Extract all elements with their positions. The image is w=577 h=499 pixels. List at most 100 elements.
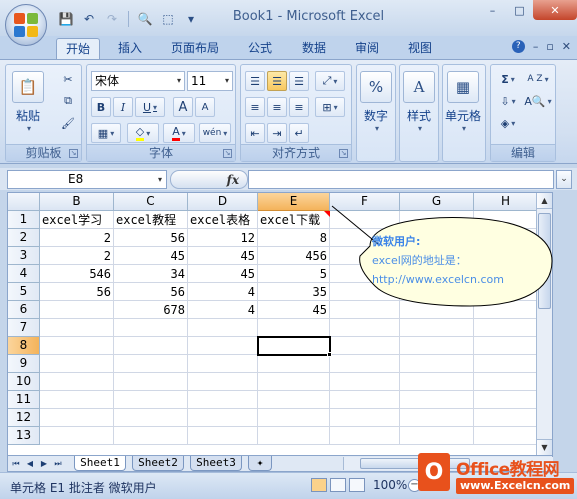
- cell-d13[interactable]: [188, 427, 258, 445]
- cut-icon[interactable]: ✂: [58, 69, 78, 89]
- paste-button[interactable]: 📋 粘贴 ▾: [12, 71, 44, 133]
- minimize-button[interactable]: –: [479, 0, 506, 20]
- tab-review[interactable]: 审阅: [345, 38, 389, 60]
- row-header-2[interactable]: 2: [8, 229, 40, 247]
- cell-d8[interactable]: [188, 337, 258, 355]
- first-sheet-icon[interactable]: ⏮: [10, 457, 22, 470]
- column-header-d[interactable]: D: [188, 193, 258, 211]
- format-painter-icon[interactable]: 🖌: [58, 113, 78, 133]
- increase-indent-icon[interactable]: ⇥: [267, 123, 287, 143]
- underline-button[interactable]: U ▾: [135, 97, 165, 117]
- clipboard-launcher-icon[interactable]: ↘: [69, 149, 78, 158]
- prev-sheet-icon[interactable]: ◀: [24, 457, 36, 470]
- cell-g11[interactable]: [400, 391, 474, 409]
- help-icon[interactable]: ?: [511, 40, 525, 53]
- sheet-tab-3[interactable]: Sheet3: [190, 456, 242, 471]
- row-header-4[interactable]: 4: [8, 265, 40, 283]
- column-header-b[interactable]: B: [40, 193, 114, 211]
- cell-d2[interactable]: 12: [188, 229, 258, 247]
- office-button[interactable]: [5, 4, 47, 46]
- cell-e13[interactable]: [258, 427, 330, 445]
- page-break-view-icon[interactable]: [349, 478, 365, 492]
- bold-button[interactable]: B: [91, 97, 111, 117]
- cell-b11[interactable]: [40, 391, 114, 409]
- cell-c13[interactable]: [114, 427, 188, 445]
- grow-font-button[interactable]: A: [173, 97, 193, 117]
- autosum-icon[interactable]: Σ ▾: [495, 69, 521, 89]
- cell-b2[interactable]: 2: [40, 229, 114, 247]
- fill-icon[interactable]: ⇩ ▾: [495, 91, 521, 111]
- orientation-icon[interactable]: ⤢ ▾: [315, 71, 345, 91]
- cell-h13[interactable]: [474, 427, 538, 445]
- font-name-select[interactable]: 宋体 ▾: [91, 71, 185, 91]
- cell-c2[interactable]: 56: [114, 229, 188, 247]
- cell-b8[interactable]: [40, 337, 114, 355]
- cell-g9[interactable]: [400, 355, 474, 373]
- fill-color-button[interactable]: ◇ ▾: [127, 123, 159, 143]
- cell-d5[interactable]: 4: [188, 283, 258, 301]
- italic-button[interactable]: I: [113, 97, 133, 117]
- close-button[interactable]: ✕: [533, 0, 577, 20]
- cell-b10[interactable]: [40, 373, 114, 391]
- sheet-tab-2[interactable]: Sheet2: [132, 456, 184, 471]
- number-format-button[interactable]: % 数字 ▾: [360, 71, 392, 133]
- cell-h11[interactable]: [474, 391, 538, 409]
- align-right-icon[interactable]: ≡: [289, 97, 309, 117]
- cell-e12[interactable]: [258, 409, 330, 427]
- cell-d12[interactable]: [188, 409, 258, 427]
- cell-c4[interactable]: 34: [114, 265, 188, 283]
- cell-d1[interactable]: excel表格: [188, 211, 258, 229]
- clear-icon[interactable]: ◈ ▾: [495, 113, 521, 133]
- formula-input[interactable]: [248, 170, 554, 189]
- row-header-12[interactable]: 12: [8, 409, 40, 427]
- row-header-7[interactable]: 7: [8, 319, 40, 337]
- cells-button[interactable]: ▦ 单元格 ▾: [445, 71, 481, 133]
- cell-c1[interactable]: excel教程: [114, 211, 188, 229]
- tab-home[interactable]: 开始: [56, 38, 100, 60]
- row-header-9[interactable]: 9: [8, 355, 40, 373]
- next-sheet-icon[interactable]: ▶: [38, 457, 50, 470]
- align-top-icon[interactable]: ☰: [245, 71, 265, 91]
- insert-sheet-icon[interactable]: ✦: [248, 456, 272, 471]
- cell-e11[interactable]: [258, 391, 330, 409]
- decrease-indent-icon[interactable]: ⇤: [245, 123, 265, 143]
- cell-c3[interactable]: 45: [114, 247, 188, 265]
- find-select-icon[interactable]: A 🔍 ▾: [523, 91, 553, 111]
- column-header-c[interactable]: C: [114, 193, 188, 211]
- workbook-restore-button[interactable]: ▫: [546, 40, 553, 53]
- align-middle-icon[interactable]: ☰: [267, 71, 287, 91]
- tab-insert[interactable]: 插入: [108, 38, 152, 60]
- row-header-10[interactable]: 10: [8, 373, 40, 391]
- cell-c8[interactable]: [114, 337, 188, 355]
- align-left-icon[interactable]: ≡: [245, 97, 265, 117]
- row-header-5[interactable]: 5: [8, 283, 40, 301]
- shrink-font-button[interactable]: A: [195, 97, 215, 117]
- cell-g13[interactable]: [400, 427, 474, 445]
- page-layout-view-icon[interactable]: [330, 478, 346, 492]
- align-center-icon[interactable]: ≡: [267, 97, 287, 117]
- cell-h10[interactable]: [474, 373, 538, 391]
- align-bottom-icon[interactable]: ☰: [289, 71, 309, 91]
- cell-b5[interactable]: 56: [40, 283, 114, 301]
- row-header-13[interactable]: 13: [8, 427, 40, 445]
- styles-button[interactable]: A 样式 ▾: [403, 71, 435, 133]
- cell-g10[interactable]: [400, 373, 474, 391]
- cell-c12[interactable]: [114, 409, 188, 427]
- maximize-button[interactable]: □: [506, 0, 533, 20]
- select-all-corner[interactable]: [8, 193, 40, 211]
- workbook-minimize-button[interactable]: –: [533, 40, 539, 53]
- fill-handle[interactable]: [327, 352, 332, 357]
- cell-f12[interactable]: [330, 409, 400, 427]
- cell-b9[interactable]: [40, 355, 114, 373]
- cell-f9[interactable]: [330, 355, 400, 373]
- font-size-select[interactable]: 11 ▾: [187, 71, 233, 91]
- cell-c9[interactable]: [114, 355, 188, 373]
- cell-b3[interactable]: 2: [40, 247, 114, 265]
- row-header-3[interactable]: 3: [8, 247, 40, 265]
- font-color-button[interactable]: A ▾: [163, 123, 195, 143]
- cell-c7[interactable]: [114, 319, 188, 337]
- borders-button[interactable]: ▦ ▾: [91, 123, 121, 143]
- row-header-8[interactable]: 8: [8, 337, 40, 355]
- cell-e9[interactable]: [258, 355, 330, 373]
- workbook-close-button[interactable]: ✕: [562, 40, 571, 53]
